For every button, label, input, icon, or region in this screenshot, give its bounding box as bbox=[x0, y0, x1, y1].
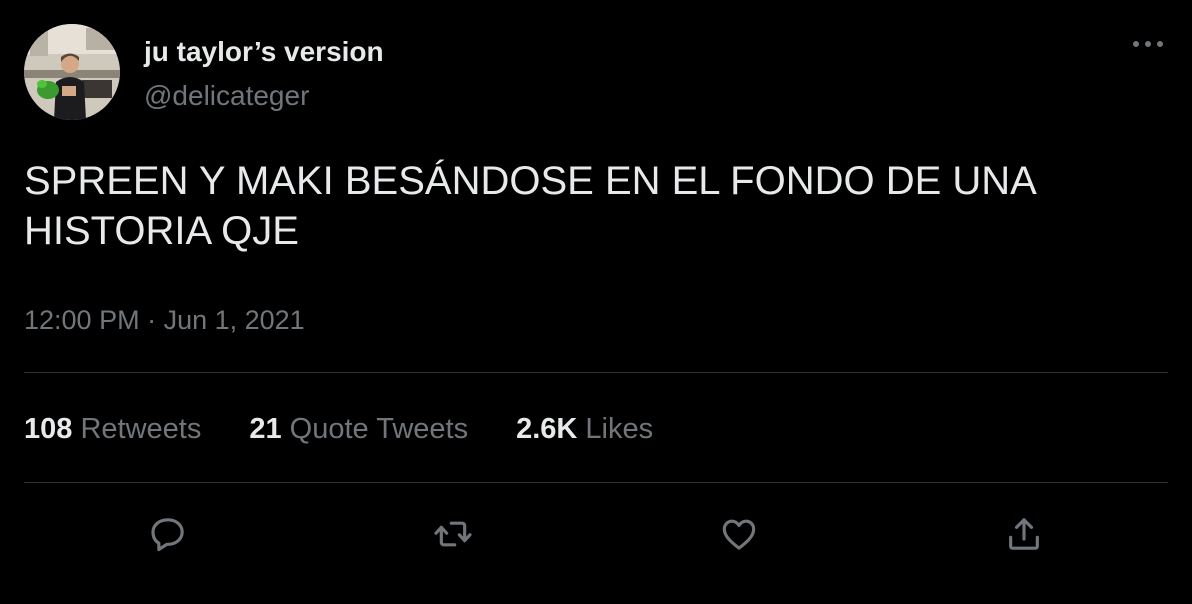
retweets-count: 108 bbox=[24, 413, 73, 445]
more-options-button[interactable] bbox=[1130, 30, 1166, 58]
reply-button[interactable] bbox=[144, 510, 192, 558]
retweets-stat[interactable]: 108 Retweets bbox=[24, 413, 201, 446]
retweet-icon bbox=[434, 521, 472, 547]
tweet-timestamp: 12:00 PM · Jun 1, 2021 bbox=[24, 305, 305, 336]
divider-top bbox=[24, 372, 1168, 373]
avatar-image bbox=[24, 24, 120, 120]
tweet-stats: 108 Retweets 21 Quote Tweets 2.6K Likes bbox=[24, 413, 653, 446]
like-icon bbox=[722, 519, 756, 550]
quote-tweets-count: 21 bbox=[249, 413, 282, 445]
timestamp-separator: · bbox=[139, 305, 164, 335]
tweet-time[interactable]: 12:00 PM bbox=[24, 305, 140, 335]
likes-label: Likes bbox=[585, 413, 654, 445]
retweet-button[interactable] bbox=[429, 510, 477, 558]
likes-count: 2.6K bbox=[516, 413, 578, 445]
tweet-text: SPREEN Y MAKI BESÁNDOSE EN EL FONDO DE U… bbox=[24, 159, 1035, 253]
share-button[interactable] bbox=[1000, 510, 1048, 558]
share-icon bbox=[1009, 518, 1039, 550]
divider-bottom bbox=[24, 482, 1168, 483]
quote-tweets-stat[interactable]: 21 Quote Tweets bbox=[249, 413, 468, 446]
quote-tweets-label: Quote Tweets bbox=[289, 413, 469, 445]
reply-icon bbox=[151, 518, 184, 552]
user-handle[interactable]: @delicateger bbox=[144, 80, 309, 112]
tweet-date[interactable]: Jun 1, 2021 bbox=[164, 305, 305, 335]
more-icon bbox=[1133, 41, 1163, 47]
avatar[interactable] bbox=[24, 24, 120, 120]
action-bar bbox=[0, 510, 1192, 558]
display-name[interactable]: ju taylor’s version bbox=[144, 36, 384, 68]
retweets-label: Retweets bbox=[80, 413, 202, 445]
like-button[interactable] bbox=[715, 510, 763, 558]
likes-stat[interactable]: 2.6K Likes bbox=[516, 413, 653, 446]
